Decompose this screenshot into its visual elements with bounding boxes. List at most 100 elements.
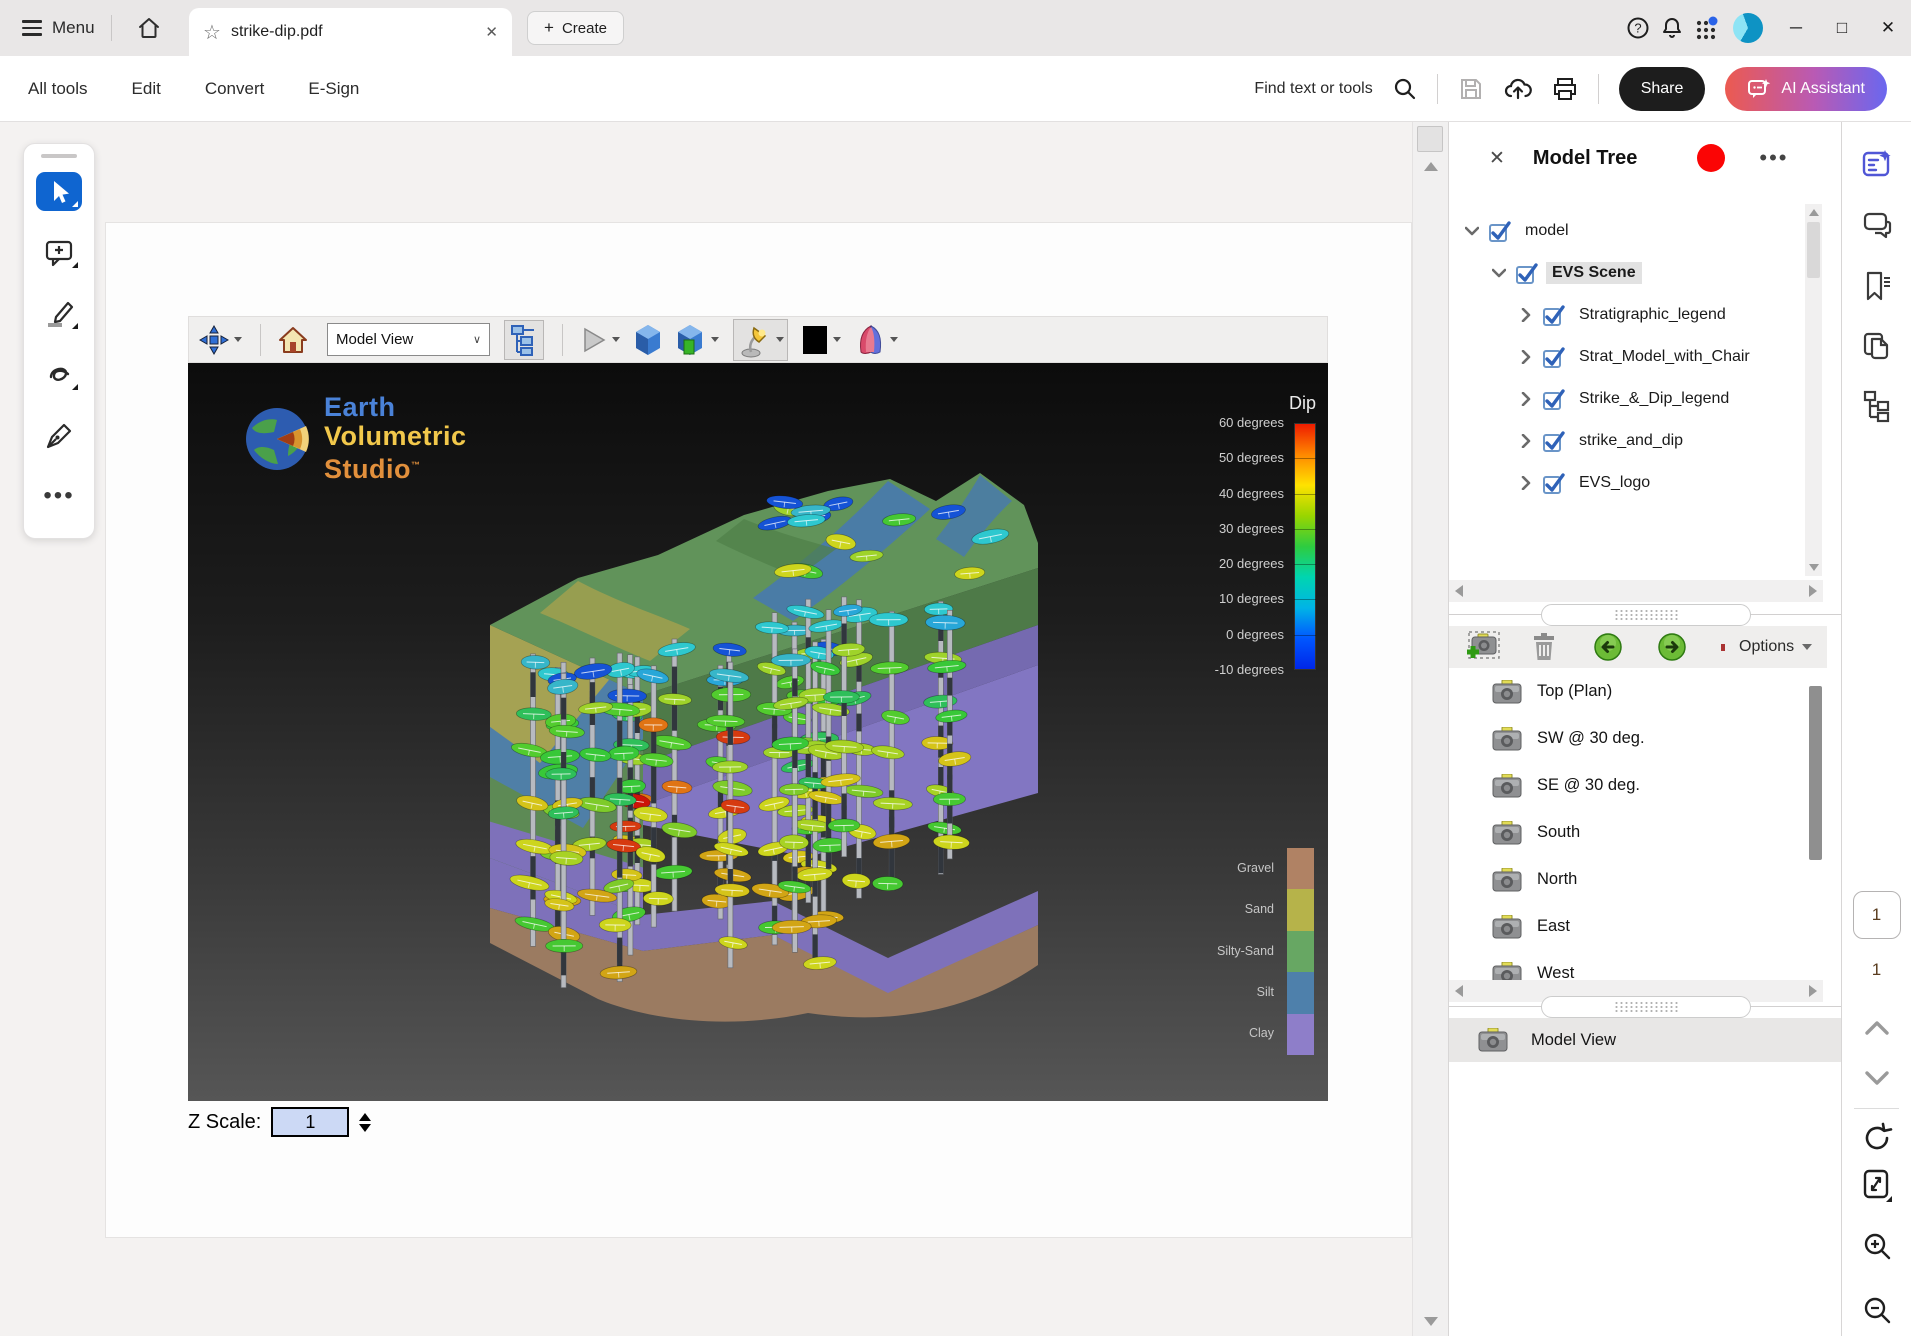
scrollbar-thumb[interactable]: [1807, 222, 1820, 278]
scroll-left-arrow[interactable]: [1455, 585, 1463, 597]
scene-canvas[interactable]: Earth Volumetric Studio™ Dip 60 degrees5…: [188, 363, 1328, 1101]
pan-tool-button[interactable]: [199, 325, 242, 355]
ai-assistant-button[interactable]: AI Assistant: [1725, 67, 1887, 111]
isometric-view-button[interactable]: [634, 324, 662, 356]
chevron-down-icon[interactable]: [1463, 226, 1481, 236]
nav-all-tools[interactable]: All tools: [28, 79, 88, 99]
home-view-button[interactable]: [279, 326, 307, 354]
saved-view-north[interactable]: North: [1449, 856, 1805, 903]
page-number-input[interactable]: [1854, 892, 1900, 938]
play-animation-button[interactable]: [581, 326, 620, 354]
delete-view-button[interactable]: [1529, 631, 1559, 663]
search-icon[interactable]: [1393, 77, 1417, 101]
tree-item-stratigraphic-legend[interactable]: Stratigraphic_legend: [1449, 294, 1805, 336]
more-tools-button[interactable]: •••: [36, 477, 82, 516]
select-tool[interactable]: [36, 172, 82, 211]
cloud-upload-icon[interactable]: [1504, 76, 1532, 102]
chevron-right-icon[interactable]: [1517, 434, 1535, 448]
checkbox-checked-icon[interactable]: [1543, 389, 1565, 409]
document-tab[interactable]: ☆ strike-dip.pdf ✕: [189, 8, 512, 56]
next-view-button[interactable]: [1657, 632, 1687, 662]
page-number-box[interactable]: [1853, 891, 1901, 939]
find-text-label[interactable]: Find text or tools: [1254, 80, 1372, 98]
nav-convert[interactable]: Convert: [205, 79, 265, 99]
avatar[interactable]: [1733, 13, 1763, 43]
next-page-button[interactable]: [1859, 1060, 1895, 1096]
tree-vertical-scrollbar[interactable]: [1805, 204, 1822, 576]
z-scale-input[interactable]: [271, 1107, 349, 1137]
scroll-up-arrow[interactable]: [1809, 209, 1819, 216]
views-vertical-scrollbar[interactable]: [1807, 668, 1824, 980]
tree-item-strike-and-dip[interactable]: strike_and_dip: [1449, 420, 1805, 462]
cross-section-button[interactable]: [855, 324, 898, 356]
checkbox-checked-icon[interactable]: [1543, 305, 1565, 325]
saved-view-west[interactable]: West: [1449, 950, 1805, 980]
fit-page-button[interactable]: [1859, 1168, 1895, 1204]
highlight-tool[interactable]: [36, 294, 82, 333]
pages-panel-button[interactable]: [1859, 328, 1895, 364]
zoom-out-button[interactable]: [1859, 1292, 1895, 1328]
spinner-up-icon[interactable]: [359, 1113, 371, 1121]
z-scale-spinner[interactable]: [359, 1113, 371, 1132]
sign-tool[interactable]: [36, 416, 82, 455]
ai-summary-panel-button[interactable]: [1859, 146, 1895, 182]
saved-view-se-30-deg-[interactable]: SE @ 30 deg.: [1449, 762, 1805, 809]
scrollbar-thumb[interactable]: [1417, 126, 1443, 152]
scroll-up-arrow[interactable]: [1424, 162, 1438, 171]
tree-item-evs-logo[interactable]: EVS_logo: [1449, 462, 1805, 504]
checkbox-checked-icon[interactable]: [1543, 431, 1565, 451]
snapshot-add-button[interactable]: [1463, 628, 1503, 666]
checkbox-checked-icon[interactable]: [1543, 347, 1565, 367]
panel-options-button[interactable]: •••: [1759, 145, 1788, 171]
zoom-in-button[interactable]: [1859, 1228, 1895, 1264]
view-mode-select[interactable]: Model View ∨: [327, 323, 490, 356]
checkbox-checked-icon[interactable]: [1516, 263, 1538, 283]
scroll-down-arrow[interactable]: [1424, 1317, 1438, 1326]
share-button[interactable]: Share: [1619, 67, 1706, 111]
document-scrollbar[interactable]: [1412, 122, 1448, 1336]
add-comment-tool[interactable]: [36, 233, 82, 272]
scrollbar-thumb[interactable]: [1809, 686, 1822, 860]
model-tree-panel-button[interactable]: [1859, 388, 1895, 424]
chevron-right-icon[interactable]: [1517, 476, 1535, 490]
scroll-down-arrow[interactable]: [1809, 564, 1819, 571]
spinner-down-icon[interactable]: [359, 1124, 371, 1132]
model-hierarchy-button[interactable]: [504, 320, 544, 360]
comments-panel-button[interactable]: [1859, 208, 1895, 244]
current-view-row[interactable]: Model View: [1449, 1018, 1842, 1062]
saved-view-top-plan-[interactable]: Top (Plan): [1449, 668, 1805, 715]
help-button[interactable]: ?: [1621, 11, 1655, 45]
prev-page-button[interactable]: [1859, 1010, 1895, 1046]
prev-view-button[interactable]: [1593, 632, 1623, 662]
panel-splitter[interactable]: [1449, 604, 1842, 626]
star-icon[interactable]: ☆: [203, 20, 221, 45]
chevron-right-icon[interactable]: [1517, 350, 1535, 364]
record-indicator[interactable]: [1697, 144, 1725, 172]
saved-view-sw-30-deg-[interactable]: SW @ 30 deg.: [1449, 715, 1805, 762]
checkbox-checked-icon[interactable]: [1543, 473, 1565, 493]
checkbox-checked-icon[interactable]: [1489, 221, 1511, 241]
clip-model-button[interactable]: [676, 324, 719, 356]
save-icon[interactable]: [1458, 76, 1484, 102]
tree-item-strike-dip-legend[interactable]: Strike_&_Dip_legend: [1449, 378, 1805, 420]
chevron-right-icon[interactable]: [1517, 308, 1535, 322]
minimize-button[interactable]: ─: [1773, 0, 1819, 56]
tree-item-strat-model-with-chair[interactable]: Strat_Model_with_Chair: [1449, 336, 1805, 378]
menu-button[interactable]: Menu: [22, 18, 95, 38]
home-button[interactable]: [132, 11, 166, 45]
print-icon[interactable]: [1552, 76, 1578, 102]
close-window-button[interactable]: ✕: [1865, 0, 1911, 56]
splitter-handle[interactable]: [1541, 604, 1751, 626]
scroll-right-arrow[interactable]: [1809, 585, 1817, 597]
saved-view-south[interactable]: South: [1449, 809, 1805, 856]
bookmarks-panel-button[interactable]: [1859, 268, 1895, 304]
maximize-button[interactable]: □: [1819, 0, 1865, 56]
splitter-handle[interactable]: [1541, 996, 1751, 1018]
background-color-button[interactable]: [802, 325, 841, 355]
apps-grid-button[interactable]: [1689, 11, 1723, 45]
tree-item-evs-scene[interactable]: EVS Scene: [1449, 252, 1805, 294]
notifications-button[interactable]: [1655, 11, 1689, 45]
tree-horizontal-scrollbar[interactable]: [1449, 580, 1823, 602]
close-tab-icon[interactable]: ✕: [485, 23, 498, 41]
chevron-down-icon[interactable]: [1490, 268, 1508, 278]
